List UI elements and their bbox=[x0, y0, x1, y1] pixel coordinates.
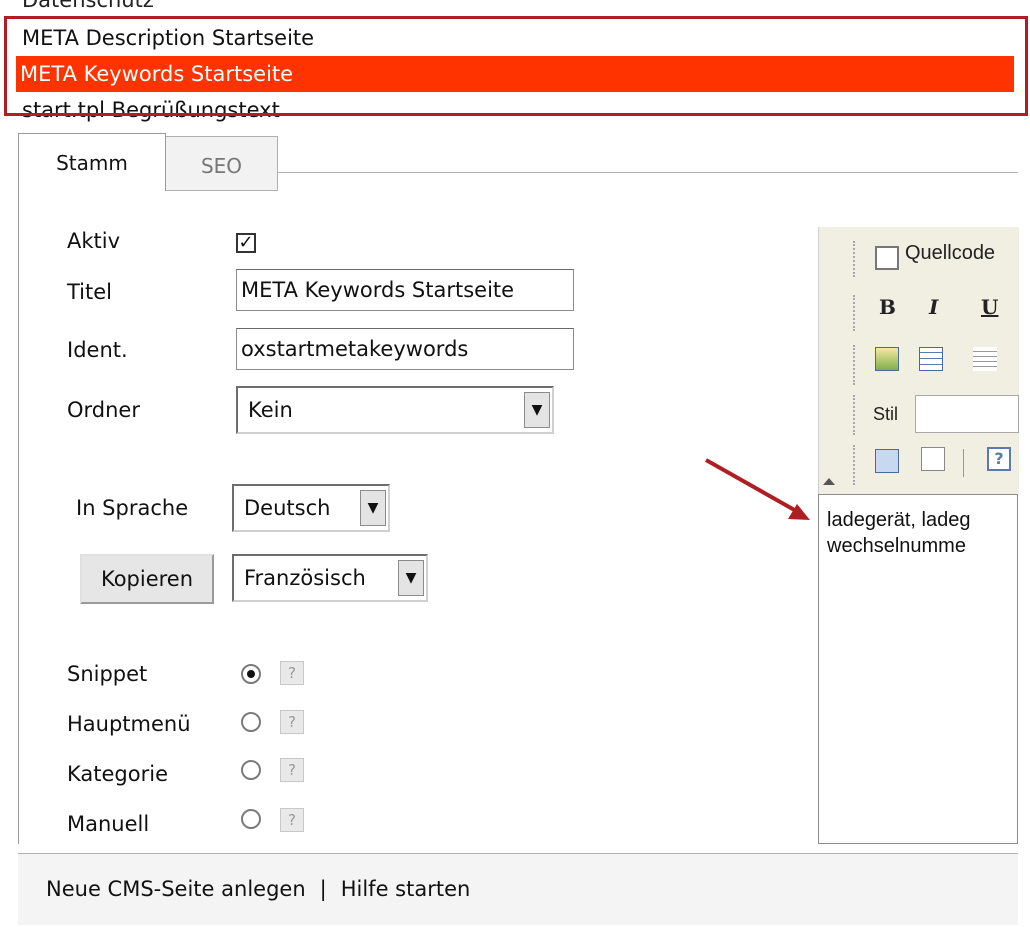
editor-content[interactable]: ladegerät, ladeg wechselnumme bbox=[818, 494, 1018, 844]
kategorie-radio[interactable] bbox=[241, 760, 261, 780]
help-icon[interactable]: ? bbox=[280, 710, 304, 734]
underline-button[interactable]: U bbox=[981, 295, 998, 319]
footer-separator: | bbox=[319, 877, 327, 901]
style-label: Stil bbox=[873, 404, 899, 424]
manuell-label: Manuell bbox=[67, 812, 150, 836]
titel-label: Titel bbox=[67, 280, 113, 304]
toolbar-grip bbox=[853, 445, 859, 485]
sprache-label: In Sprache bbox=[76, 496, 189, 520]
hauptmenue-label: Hauptmenü bbox=[67, 712, 191, 736]
manuell-radio[interactable] bbox=[241, 809, 261, 829]
editor-text-line: ladegerät, ladeg bbox=[827, 509, 971, 531]
copy-language-select[interactable]: Französisch ▼ bbox=[232, 554, 428, 602]
new-cms-page-link[interactable]: Neue CMS-Seite anlegen bbox=[46, 877, 306, 901]
snippet-radio[interactable] bbox=[241, 664, 261, 684]
footer-bar: Neue CMS-Seite anlegen | Hilfe starten bbox=[18, 853, 1018, 925]
collapse-toolbar-icon[interactable] bbox=[823, 478, 835, 485]
toolbar-grip bbox=[853, 241, 859, 277]
kategorie-label: Kategorie bbox=[67, 762, 168, 786]
hauptmenue-radio[interactable] bbox=[241, 712, 261, 732]
tab-seo[interactable]: SEO bbox=[166, 136, 278, 191]
list-icon[interactable] bbox=[973, 347, 997, 371]
ordner-value: Kein bbox=[248, 398, 293, 422]
image-icon[interactable] bbox=[875, 347, 899, 371]
toolbar-grip bbox=[853, 395, 859, 435]
ordner-label: Ordner bbox=[67, 398, 140, 422]
italic-button[interactable]: I bbox=[929, 295, 938, 319]
toolbar-grip bbox=[853, 295, 859, 331]
find-icon[interactable] bbox=[921, 447, 945, 471]
editor-toolbar: Quellcode B I U Stil ? bbox=[818, 227, 1019, 494]
toolbar-separator bbox=[963, 449, 964, 477]
ident-label: Ident. bbox=[67, 338, 128, 362]
chevron-down-icon[interactable]: ▼ bbox=[524, 392, 550, 428]
preview-icon[interactable] bbox=[875, 449, 899, 473]
highlight-frame bbox=[4, 16, 1028, 116]
bold-button[interactable]: B bbox=[879, 295, 896, 319]
style-select[interactable] bbox=[915, 395, 1019, 433]
ordner-select[interactable]: Kein ▼ bbox=[236, 386, 554, 434]
chevron-down-icon[interactable]: ▼ bbox=[360, 490, 386, 526]
copy-language-value: Französisch bbox=[244, 566, 366, 590]
help-icon[interactable]: ? bbox=[280, 758, 304, 782]
aktiv-label: Aktiv bbox=[67, 229, 121, 253]
ident-input[interactable]: oxstartmetakeywords bbox=[236, 328, 574, 370]
source-icon[interactable] bbox=[875, 246, 899, 270]
aktiv-checkbox[interactable]: ✓ bbox=[236, 233, 256, 253]
help-icon[interactable]: ? bbox=[280, 808, 304, 832]
tab-stamm[interactable]: Stamm bbox=[18, 133, 166, 191]
editor-text-line: wechselnumme bbox=[827, 535, 966, 557]
source-button[interactable]: Quellcode bbox=[905, 242, 995, 265]
tab-divider bbox=[278, 172, 1018, 173]
snippet-label: Snippet bbox=[67, 662, 148, 686]
sprache-select[interactable]: Deutsch ▼ bbox=[232, 484, 390, 532]
chevron-down-icon[interactable]: ▼ bbox=[398, 560, 424, 596]
toolbar-grip bbox=[853, 345, 859, 385]
help-icon[interactable]: ? bbox=[280, 661, 304, 685]
sprache-value: Deutsch bbox=[244, 496, 331, 520]
titel-input[interactable]: META Keywords Startseite bbox=[236, 269, 574, 311]
kopieren-button[interactable]: Kopieren bbox=[80, 554, 214, 604]
help-link[interactable]: Hilfe starten bbox=[341, 877, 471, 901]
annotation-arrow-icon bbox=[705, 458, 810, 520]
table-icon[interactable] bbox=[919, 347, 943, 371]
help-icon[interactable]: ? bbox=[987, 447, 1011, 471]
